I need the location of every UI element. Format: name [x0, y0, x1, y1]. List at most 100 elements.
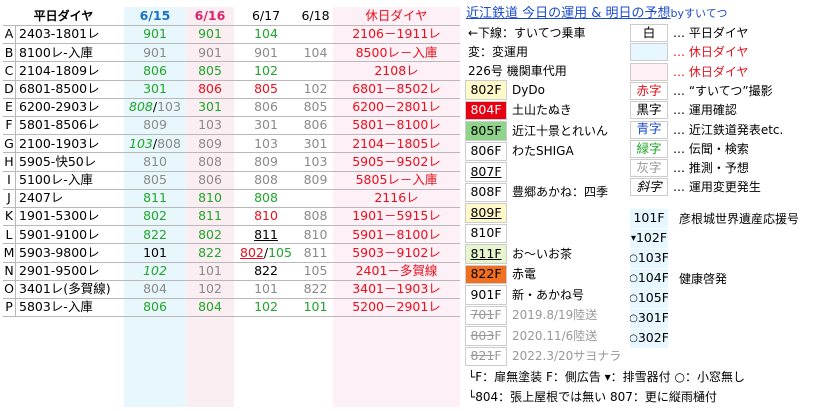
assignment-cell: 901	[234, 44, 298, 63]
car-number: 806	[254, 99, 278, 115]
assignment-cell: 805	[298, 99, 333, 117]
fleet-num: 701	[470, 307, 495, 322]
swatch-text: 緑字	[636, 140, 662, 156]
car-number: 901	[254, 44, 278, 60]
car-number-2: 103	[157, 99, 181, 115]
fleet-suffix: F	[494, 307, 502, 322]
assignment-cell: 811	[234, 226, 298, 245]
legend-note: 226号 機関車代用	[468, 63, 567, 78]
assignment-cell: 822	[234, 263, 298, 281]
assignment-cell	[298, 190, 333, 208]
assignment-cell: 901	[124, 44, 186, 63]
row-key: C	[3, 62, 16, 81]
car-prefix: ○	[630, 332, 638, 344]
assignment-cell: 802/105	[234, 244, 298, 263]
car-suffix: F	[661, 270, 668, 286]
car-number: 301	[303, 135, 328, 151]
holiday-train: 1901－5915レ	[333, 208, 460, 227]
holiday-train: 3401－1903レ	[333, 281, 460, 299]
car-number: 811	[198, 208, 222, 224]
car-number: 811	[303, 244, 328, 260]
assignment-cell: 102	[298, 81, 333, 99]
car-number: 901	[198, 26, 222, 42]
car-number: 809	[303, 171, 328, 187]
car-num: 302	[637, 330, 662, 346]
assignment-cell: 103	[186, 117, 234, 136]
key-swatch: 緑字	[630, 139, 668, 158]
car-number: ○ 301 F	[630, 309, 668, 328]
assignment-cell: 301	[124, 81, 186, 99]
car-number: 102	[254, 62, 278, 78]
car-number: 104	[254, 26, 278, 42]
assignment-cell: 808	[234, 172, 298, 190]
assignment-cell: 802	[124, 208, 186, 227]
weekday-train: 5901-9100レ	[16, 226, 124, 245]
car-number: 105	[303, 262, 328, 278]
fleet-suffix: F	[494, 102, 502, 117]
swatch-text: 白	[642, 24, 656, 40]
page-title: 近江鉄道 今日の運用 & 明日の予想 byすいてつ	[463, 5, 813, 21]
assignment-cell: 810	[298, 226, 333, 245]
car-number: 901	[198, 44, 222, 60]
car-number: 101	[143, 244, 167, 260]
row-key: K	[3, 208, 16, 227]
assignment-cell: 301	[298, 135, 333, 154]
key-text: … 休日ダイヤ	[673, 64, 749, 79]
assignment-cell: 805	[124, 172, 186, 190]
assignment-cell: 804	[124, 281, 186, 299]
swatch-text: 赤字	[636, 82, 662, 98]
weekday-train: 5903-9800レ	[16, 244, 124, 263]
row-key: P	[3, 299, 16, 318]
fleet-suffix: F	[494, 245, 502, 261]
fleet-suffix: F	[494, 143, 502, 158]
fleet-suffix: F	[494, 286, 502, 302]
fleet-number: 811 F	[465, 244, 507, 264]
car-number: 822	[254, 262, 278, 278]
car-number: 104	[303, 44, 328, 60]
car-number: 822	[303, 281, 328, 297]
key-text: … 伝聞・検索	[673, 141, 749, 156]
car-number: 806	[143, 62, 167, 78]
holiday-train: 5903－9102レ	[333, 244, 460, 263]
assignment-cell: 822	[298, 281, 333, 299]
car-number: 301	[198, 99, 222, 115]
fleet-suffix: F	[494, 163, 502, 179]
key-swatch: 黒字	[630, 101, 668, 120]
car-suffix: F	[661, 250, 668, 266]
car-number: 808	[254, 171, 278, 187]
holiday-train: 5905－9502レ	[333, 153, 460, 172]
key-swatch	[630, 43, 668, 62]
assignment-cell: 811	[186, 208, 234, 227]
fleet-number: 804 F	[465, 100, 507, 120]
assignment-cell: 103	[298, 153, 333, 172]
car-number: 808	[198, 153, 222, 169]
fleet-number: 807 F	[465, 162, 507, 182]
key-text: … 推測・予想	[673, 161, 749, 176]
fleet-number: 822 F	[465, 264, 507, 284]
assignment-cell: 103/808	[124, 135, 186, 154]
holiday-train: 2104－1805レ	[333, 135, 460, 154]
fleet-suffix: F	[494, 327, 502, 343]
key-swatch: 赤字	[630, 81, 668, 100]
holiday-train: 2401－多賀線	[333, 263, 460, 281]
fleet-suffix: F	[494, 266, 502, 281]
fleet-suffix: F	[494, 81, 502, 97]
row-key: M	[3, 244, 16, 263]
car-number: 811	[143, 190, 167, 206]
key-swatch: 灰字	[630, 159, 668, 178]
fleet-name: 土山たぬき	[512, 103, 572, 118]
weekday-train: 2100-1903レ	[16, 135, 124, 154]
row-key: H	[3, 153, 16, 172]
car-number: 103	[129, 135, 153, 151]
holiday-train: 5801－8100レ	[333, 117, 460, 136]
key-text: … “すいてつ”撮影	[673, 83, 773, 98]
assignment-cell: 808/103	[124, 99, 186, 117]
assignment-cell: 102	[124, 263, 186, 281]
assignment-cell: 809	[124, 117, 186, 136]
fleet-name: わたSHIGA	[512, 144, 574, 159]
row-key: E	[3, 98, 16, 117]
car-number: 809	[198, 135, 222, 151]
assignment-cell: 101	[124, 244, 186, 263]
fleet-num: 901	[470, 286, 495, 302]
swatch-text: 黒字	[636, 101, 662, 117]
